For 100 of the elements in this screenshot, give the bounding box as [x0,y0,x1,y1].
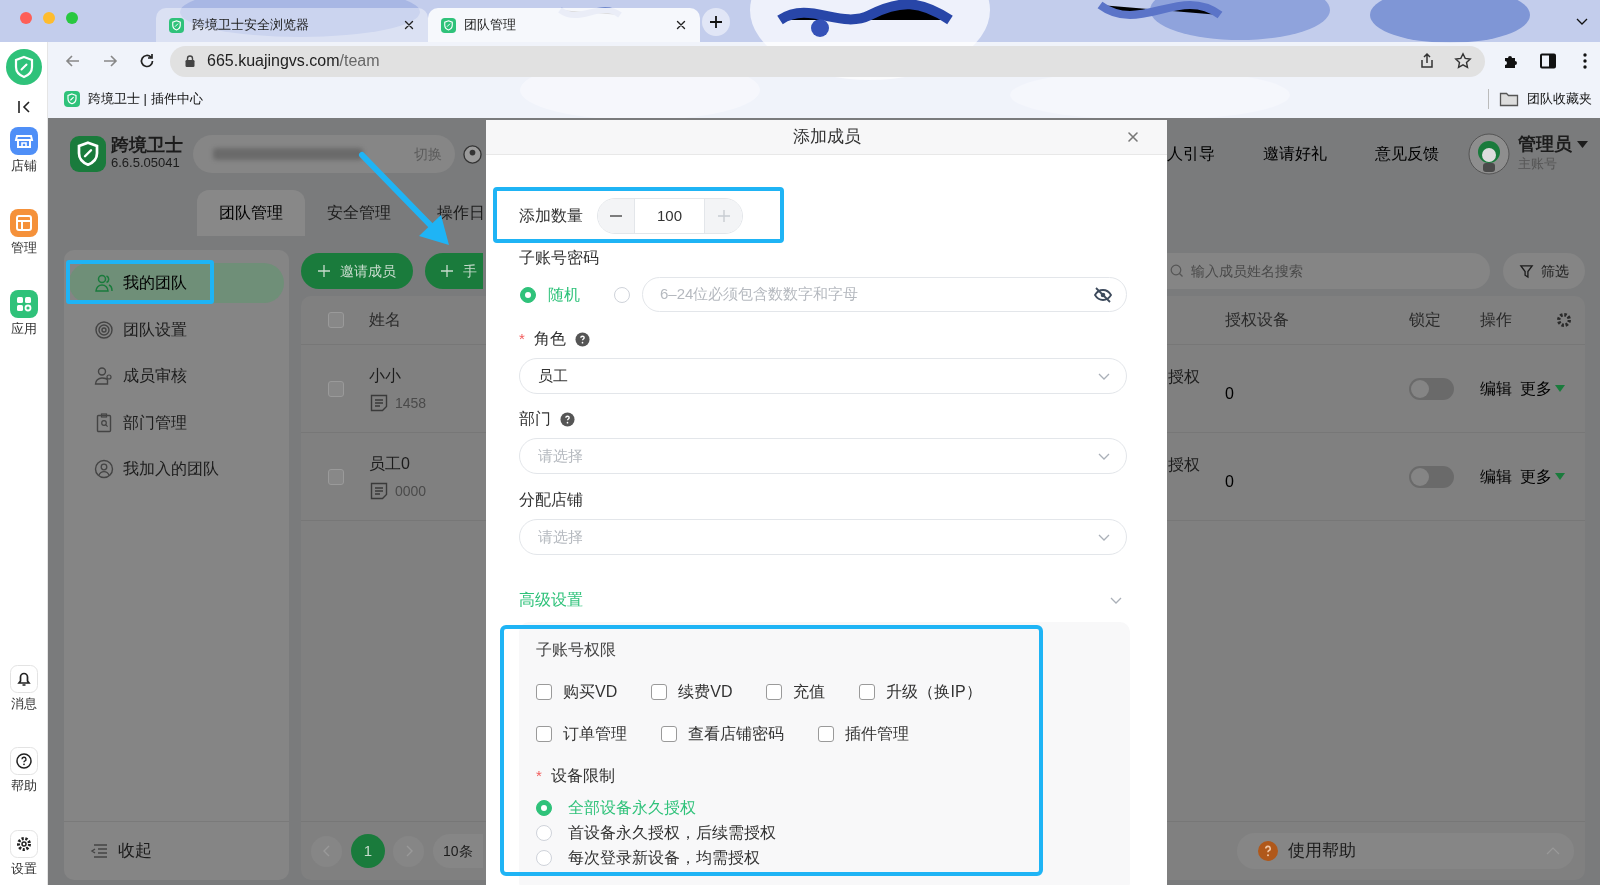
checkbox[interactable] [818,726,834,742]
checkbox-option[interactable]: 插件管理 [818,722,909,746]
rail-item[interactable]: 消息 [9,664,38,713]
rail-item[interactable]: 帮助 [9,747,38,796]
question-icon [1258,841,1278,861]
sidebar-item[interactable]: 成员审核 [69,356,284,396]
bookmark[interactable]: 跨境卫士 | 插件中心 [64,89,203,109]
tab[interactable]: 团队管理 [197,190,305,236]
device-count-link[interactable]: 0 [1225,472,1234,490]
app-version: 6.6.5.05041 [111,154,181,172]
section-label: 子账号权限 [536,640,616,660]
user-menu[interactable]: 管理员 [1518,135,1588,154]
lock-toggle[interactable] [1409,465,1454,488]
browser-tab[interactable]: 跨境卫士安全浏览器 [156,8,428,42]
required-mark: * [519,328,525,349]
panel-icon [9,208,38,237]
edit-link[interactable]: 编辑 [1480,464,1512,489]
eye-off-icon[interactable] [1093,284,1113,305]
checkbox-option[interactable]: 购买VD [536,680,618,704]
rail-item[interactable]: 管理 [9,208,38,257]
browser-tab[interactable]: 团队管理 [428,8,700,42]
page-button[interactable]: 1 [351,834,385,868]
checkbox-option[interactable]: 查看店铺密码 [661,722,784,746]
table-cell: 授权 [1168,456,1200,473]
edit-link[interactable]: 编辑 [1480,376,1512,401]
checkbox[interactable] [766,684,783,700]
more-menu[interactable]: 更多 [1520,376,1565,401]
filter-icon [1519,263,1534,279]
radio-button[interactable] [536,849,552,866]
star-icon[interactable] [1453,51,1473,71]
clipboard-icon [94,412,114,433]
field-label: 设备限制 [550,766,615,786]
new-tab-button[interactable] [702,8,730,36]
checkbox[interactable] [328,468,344,485]
column-header: 锁定 [1409,311,1441,328]
filter-button[interactable]: 筛选 [1503,253,1585,289]
bookmark-folder[interactable]: 团队收藏夹 [1488,89,1592,109]
search-icon [1170,264,1184,278]
collapse-button[interactable]: 收起 [89,838,152,864]
checkbox-option[interactable]: 续费VD [651,680,733,704]
avatar-icon [1468,133,1510,175]
device-count-link[interactable]: 0 [1225,384,1234,402]
column-header: 姓名 [369,311,401,328]
member-name: 员工0 [369,453,410,474]
address-bar[interactable]: 665.kuajingvs.com/team [170,45,1485,77]
number-stepper[interactable]: 100 [597,198,743,234]
close-icon[interactable] [1125,129,1141,145]
table-cell: 授权 [1168,368,1200,385]
checkbox[interactable] [536,684,552,700]
lock-toggle[interactable] [1409,377,1454,400]
checkbox[interactable] [859,684,876,700]
plus-icon [709,15,723,29]
store-icon [9,127,38,155]
rail-item[interactable]: 设置 [9,829,38,878]
tab[interactable]: 安全管理 [305,190,413,236]
toolbar-button[interactable]: 邀请成员 [301,253,413,289]
sidebar-item[interactable]: 团队设置 [69,309,284,350]
app-logo-icon[interactable] [5,49,42,85]
url-text: 665.kuajingvs.com/team [207,51,380,71]
settings-icon [9,829,38,858]
settings-icon[interactable] [1555,311,1573,329]
radio-option[interactable]: 首设备永久授权，后续需授权 [536,820,1130,845]
checkbox[interactable] [328,312,344,328]
radio-option[interactable]: 每次登录新设备，均需授权 [536,845,1130,870]
rail-item[interactable]: 应用 [9,290,38,339]
close-icon [402,18,416,32]
plus-icon [717,210,730,222]
nav-link[interactable]: 人引导 [1167,142,1215,166]
page-size-select[interactable]: 10条 [433,834,483,868]
checkbox-option[interactable]: 升级（换IP） [859,680,982,704]
bell-icon [9,664,38,693]
toolbar-button[interactable]: 手 [425,253,483,289]
checkbox[interactable] [651,684,668,700]
radio-button[interactable] [536,824,552,841]
sidebar-item[interactable]: 我的团队 [69,263,284,303]
checkbox[interactable] [536,726,552,742]
user-circle-icon [94,459,114,479]
plus-icon [318,265,330,277]
sidebar-icon[interactable] [1538,51,1558,71]
collapse-icon[interactable] [15,99,32,115]
radio-button[interactable] [614,286,630,303]
sidebar-item[interactable]: 我加入的团队 [69,449,284,489]
checkbox[interactable] [328,380,344,397]
rail-item[interactable]: 店铺 [9,127,38,176]
plus-icon [441,265,453,277]
nav-link[interactable]: 邀请好礼 [1263,142,1327,166]
checkbox-option[interactable]: 订单管理 [536,722,627,746]
app-logo-icon[interactable] [70,136,106,172]
field-label: 子账号密码 [519,248,599,268]
more-menu[interactable]: 更多 [1520,464,1565,489]
person-search-icon [94,366,114,386]
help-button[interactable]: 使用帮助 [1237,833,1574,869]
radio-button[interactable] [520,286,536,303]
checkbox-option[interactable]: 充值 [766,680,826,704]
radio-button[interactable] [536,799,552,816]
nav-link[interactable]: 意见反馈 [1375,142,1439,166]
checkbox[interactable] [661,726,677,742]
sidebar-item[interactable]: 部门管理 [69,402,284,443]
field-label: 添加数量 [519,206,583,226]
field-label: 角色 [533,329,566,349]
